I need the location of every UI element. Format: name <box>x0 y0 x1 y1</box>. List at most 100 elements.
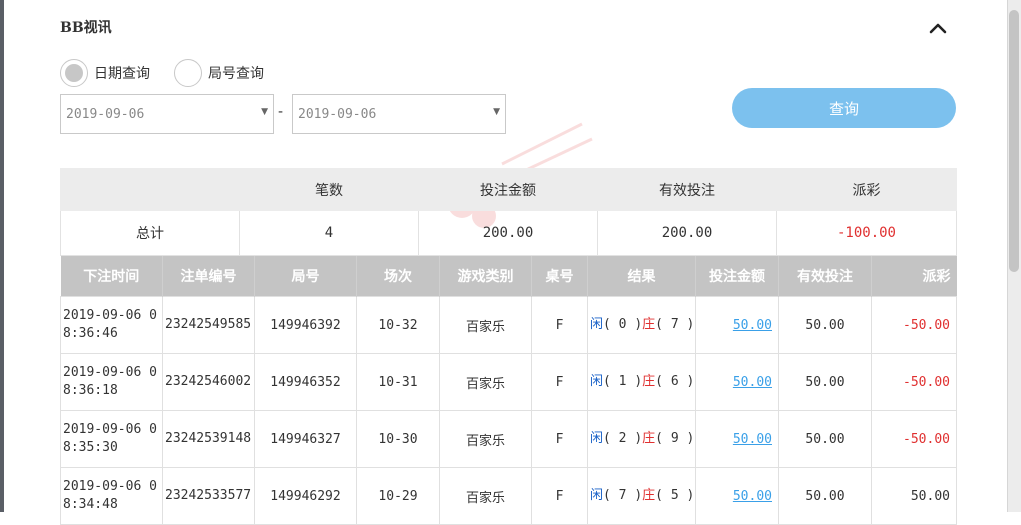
bet-time: 2019-09-06 08:36:18 <box>60 353 163 411</box>
table-row: 2019-09-06 08:36:46 23242549585 149946392 1… <box>60 296 957 354</box>
summary-total-row: 总计 4 200.00 200.00 -100.00 <box>60 210 957 256</box>
bet-time: 2019-09-06 08:34:48 <box>60 467 163 525</box>
bet-amount-cell: 50.00 <box>695 410 779 468</box>
collapse-button[interactable] <box>926 18 950 38</box>
table-no: F <box>531 467 588 525</box>
end-date-select[interactable]: 2019-09-06 ▼ <box>292 94 506 134</box>
summary-header-count: 笔数 <box>239 168 419 211</box>
table-row: 2019-09-06 08:36:18 23242546002 149946352 1… <box>60 353 957 411</box>
game-type: 百家乐 <box>439 353 532 411</box>
player-score: ( 0 ) <box>603 317 643 332</box>
radio-date-query[interactable]: 日期查询 <box>60 58 150 88</box>
order-no: 23242546002 <box>162 353 255 411</box>
header-valid-bet: 有效投注 <box>778 256 872 297</box>
order-no: 23242533577 <box>162 467 255 525</box>
summary-header-bet: 投注金额 <box>418 168 598 211</box>
banker-label: 庄 <box>642 374 656 389</box>
result: 闲( 7 )庄( 5 ) <box>587 467 696 525</box>
table-row: 2019-09-06 08:35:30 23242539148 149946327 1… <box>60 410 957 468</box>
caret-down-icon: ▼ <box>261 107 268 117</box>
session: 10-31 <box>356 353 440 411</box>
game-type: 百家乐 <box>439 410 532 468</box>
bet-amount-link[interactable]: 50.00 <box>733 489 772 504</box>
radio-round-query[interactable]: 局号查询 <box>174 58 264 88</box>
order-no: 23242549585 <box>162 296 255 354</box>
header-round-no: 局号 <box>254 256 357 297</box>
summary-header-payout: 派彩 <box>776 168 957 211</box>
table-no: F <box>531 353 588 411</box>
round-no: 149946352 <box>254 353 357 411</box>
radio-label: 日期查询 <box>94 66 150 82</box>
summary-total-label: 总计 <box>60 210 240 256</box>
round-no: 149946292 <box>254 467 357 525</box>
valid-bet: 50.00 <box>778 410 872 468</box>
bet-amount-link[interactable]: 50.00 <box>733 432 772 447</box>
payout: -50.00 <box>871 353 957 411</box>
header-session: 场次 <box>356 256 440 297</box>
summary-header-valid: 有效投注 <box>597 168 777 211</box>
valid-bet: 50.00 <box>778 467 872 525</box>
header-payout: 派彩 <box>871 256 957 297</box>
player-label: 闲 <box>590 488 604 503</box>
banker-score: ( 7 ) <box>655 317 695 332</box>
date-separator: - <box>278 104 284 120</box>
result: 闲( 0 )庄( 7 ) <box>587 296 696 354</box>
summary-count: 4 <box>239 210 419 256</box>
header-bet-time: 下注时间 <box>60 256 163 297</box>
caret-down-icon: ▼ <box>493 107 500 117</box>
session: 10-29 <box>356 467 440 525</box>
detail-header-row: 下注时间 注单编号 局号 场次 游戏类别 桌号 结果 投注金额 有效投注 派彩 <box>60 256 957 297</box>
summary-header-blank <box>60 168 240 211</box>
player-score: ( 1 ) <box>603 374 643 389</box>
header-game-type: 游戏类别 <box>439 256 532 297</box>
radio-circle[interactable] <box>174 59 202 87</box>
end-date-value: 2019-09-06 <box>298 106 377 122</box>
radio-circle-selected[interactable] <box>60 59 88 87</box>
payout: -50.00 <box>871 296 957 354</box>
valid-bet: 50.00 <box>778 353 872 411</box>
start-date-select[interactable]: 2019-09-06 ▼ <box>60 94 274 134</box>
banker-score: ( 6 ) <box>655 374 695 389</box>
player-label: 闲 <box>590 374 604 389</box>
game-type: 百家乐 <box>439 296 532 354</box>
summary-header-row: 笔数 投注金额 有效投注 派彩 <box>60 168 957 211</box>
banker-label: 庄 <box>642 488 656 503</box>
round-no: 149946392 <box>254 296 357 354</box>
query-button[interactable]: 查询 <box>732 88 956 128</box>
game-type: 百家乐 <box>439 467 532 525</box>
panel-title: BB视讯 <box>60 20 112 36</box>
payout: 50.00 <box>871 467 957 525</box>
bet-detail-table: 下注时间 注单编号 局号 场次 游戏类别 桌号 结果 投注金额 有效投注 派彩 … <box>60 256 957 525</box>
window-left-edge <box>0 0 4 512</box>
table-no: F <box>531 296 588 354</box>
chevron-up-icon <box>929 23 947 34</box>
player-label: 闲 <box>590 317 604 332</box>
banker-label: 庄 <box>642 431 656 446</box>
start-date-value: 2019-09-06 <box>66 106 145 122</box>
bet-amount-cell: 50.00 <box>695 296 779 354</box>
scrollbar-thumb[interactable] <box>1009 10 1019 272</box>
bet-amount-link[interactable]: 50.00 <box>733 318 772 333</box>
radio-label: 局号查询 <box>208 66 264 82</box>
player-score: ( 2 ) <box>603 431 643 446</box>
bet-amount-cell: 50.00 <box>695 467 779 525</box>
valid-bet: 50.00 <box>778 296 872 354</box>
header-bet-amount: 投注金额 <box>695 256 779 297</box>
order-no: 23242539148 <box>162 410 255 468</box>
header-table-no: 桌号 <box>531 256 588 297</box>
summary-bet: 200.00 <box>418 210 598 256</box>
summary-payout: -100.00 <box>776 210 957 256</box>
session: 10-30 <box>356 410 440 468</box>
table-row: 2019-09-06 08:34:48 23242533577 149946292 1… <box>60 467 957 525</box>
summary-valid: 200.00 <box>597 210 777 256</box>
bet-time: 2019-09-06 08:36:46 <box>60 296 163 354</box>
player-score: ( 7 ) <box>603 488 643 503</box>
round-no: 149946327 <box>254 410 357 468</box>
session: 10-32 <box>356 296 440 354</box>
banker-score: ( 5 ) <box>655 488 695 503</box>
bet-amount-link[interactable]: 50.00 <box>733 375 772 390</box>
banker-score: ( 9 ) <box>655 431 695 446</box>
header-result: 结果 <box>587 256 696 297</box>
player-label: 闲 <box>590 431 604 446</box>
summary-table: 笔数 投注金额 有效投注 派彩 总计 4 200.00 200.00 -100.… <box>60 168 957 256</box>
